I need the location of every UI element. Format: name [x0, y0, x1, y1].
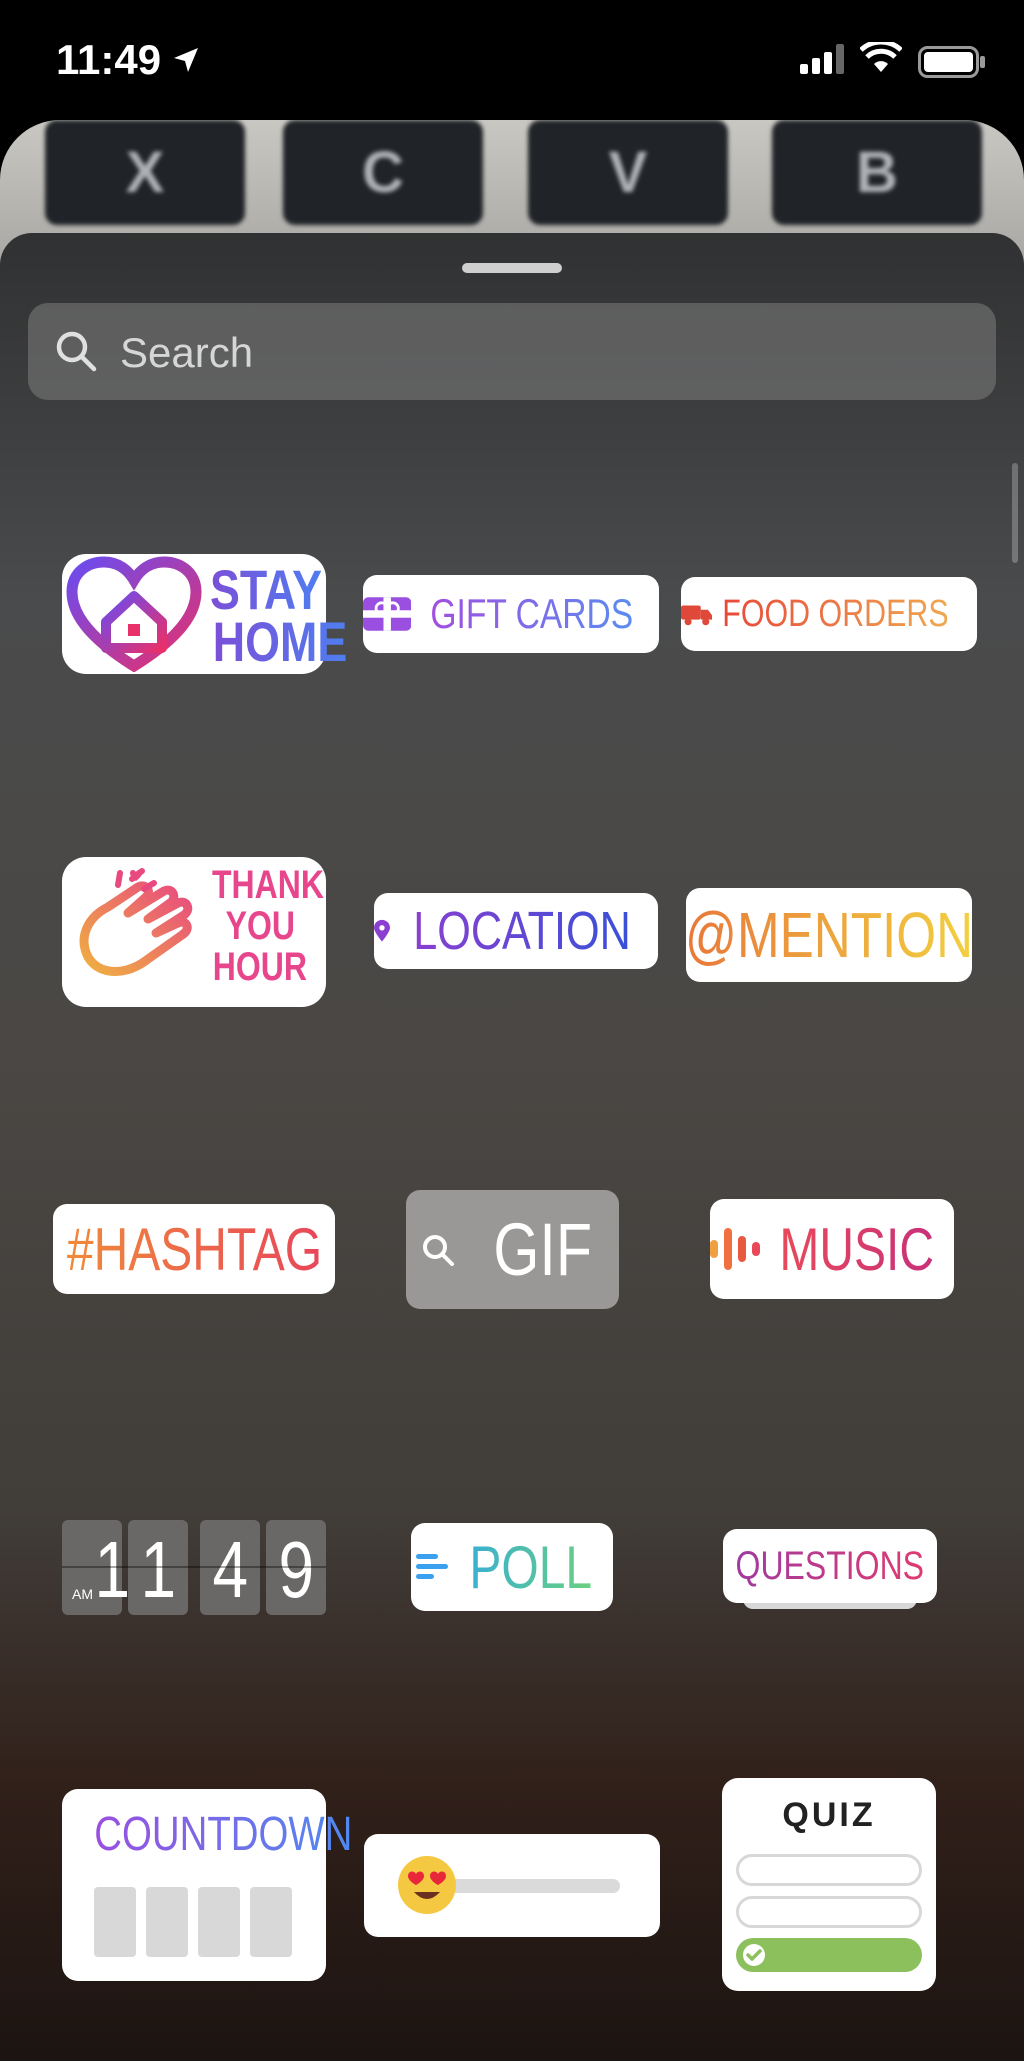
thank-you-hour-sticker[interactable]: THANK YOU HOUR	[62, 857, 326, 1007]
sticker-tray[interactable]: Search STAY HOME GIFT CARDS FOOD ORDERS	[0, 233, 1024, 2061]
search-icon	[422, 1234, 454, 1266]
delivery-truck-icon	[681, 605, 713, 626]
gift-cards-sticker[interactable]: GIFT CARDS	[363, 575, 659, 653]
food-orders-label: FOOD ORDERS	[722, 592, 949, 635]
countdown-digit-box	[250, 1887, 292, 1957]
clock-digit: 4	[212, 1525, 248, 1614]
music-label: MUSIC	[779, 1215, 935, 1283]
quiz-correct-option	[736, 1938, 922, 1972]
questions-card: QUESTIONS	[723, 1529, 937, 1603]
quiz-option	[736, 1896, 922, 1928]
hashtag-sticker[interactable]: #HASHTAG	[53, 1204, 335, 1294]
location-arrow-icon	[174, 48, 198, 72]
clock-digit: 9	[278, 1525, 314, 1614]
drag-handle[interactable]	[462, 263, 562, 273]
thank-you-line3: HOUR	[212, 945, 308, 989]
countdown-sticker[interactable]: COUNTDOWN	[62, 1789, 352, 1981]
time-sticker[interactable]: AM 1 1 4 9	[62, 1520, 326, 1615]
poll-sticker[interactable]: POLL	[411, 1523, 613, 1611]
stay-home-sticker[interactable]: STAY HOME	[62, 554, 347, 674]
keyboard-key: C	[283, 120, 483, 225]
questions-sticker[interactable]: QUESTIONS	[723, 1529, 937, 1625]
keyboard-key: X	[45, 120, 245, 225]
poll-lines-icon	[416, 1554, 449, 1579]
quiz-sticker[interactable]: QUIZ	[722, 1778, 936, 1991]
clock-digit: 1	[140, 1525, 176, 1614]
emoji-slider-sticker[interactable]	[364, 1834, 660, 1937]
location-label: LOCATION	[413, 901, 631, 961]
food-orders-sticker[interactable]: FOOD ORDERS	[681, 577, 977, 651]
location-sticker[interactable]: LOCATION	[374, 893, 658, 969]
search-input[interactable]: Search	[120, 329, 253, 377]
poll-label: POLL	[469, 1533, 593, 1601]
cellular-signal-icon	[800, 44, 844, 74]
heart-house-icon	[66, 556, 202, 672]
countdown-label: COUNTDOWN	[94, 1808, 353, 1861]
heart-eyes-emoji-icon	[398, 1856, 456, 1914]
gif-sticker[interactable]: GIF	[406, 1190, 619, 1309]
mention-label: @MENTION	[684, 899, 974, 971]
hashtag-label: #HASHTAG	[66, 1215, 322, 1283]
keyboard-key: B	[772, 120, 982, 225]
gift-cards-label: GIFT CARDS	[430, 590, 634, 637]
quiz-title: QUIZ	[782, 1796, 876, 1834]
audio-bars-icon	[710, 1228, 761, 1270]
countdown-digit-box	[146, 1887, 188, 1957]
clapping-hands-icon	[79, 868, 193, 976]
stay-home-line1: STAY	[210, 558, 323, 621]
location-pin-icon	[374, 919, 390, 942]
search-icon	[56, 331, 97, 372]
status-time: 11:49	[56, 36, 162, 83]
scroll-indicator[interactable]	[1012, 463, 1018, 563]
mention-sticker[interactable]: @MENTION	[684, 888, 974, 982]
quiz-option	[736, 1854, 922, 1886]
clock-divider	[62, 1566, 326, 1568]
search-field[interactable]: Search	[28, 303, 996, 400]
keyboard-key: V	[528, 120, 728, 225]
stay-home-line2: HOME	[212, 610, 348, 673]
gift-card-icon	[363, 597, 412, 631]
wifi-icon	[860, 42, 902, 72]
countdown-digit-box	[198, 1887, 240, 1957]
gif-label: GIF	[493, 1208, 592, 1291]
clock-ampm: AM	[72, 1586, 93, 1602]
thank-you-line2: YOU	[225, 904, 295, 948]
thank-you-line1: THANK	[211, 863, 324, 907]
questions-label: QUESTIONS	[735, 1543, 925, 1588]
status-bar: 11:49	[0, 0, 1024, 120]
clock-digit: 1	[94, 1525, 131, 1614]
countdown-digit-box	[94, 1887, 136, 1957]
battery-icon	[918, 46, 985, 78]
music-sticker[interactable]: MUSIC	[710, 1199, 954, 1299]
checkmark-icon	[743, 1944, 765, 1966]
